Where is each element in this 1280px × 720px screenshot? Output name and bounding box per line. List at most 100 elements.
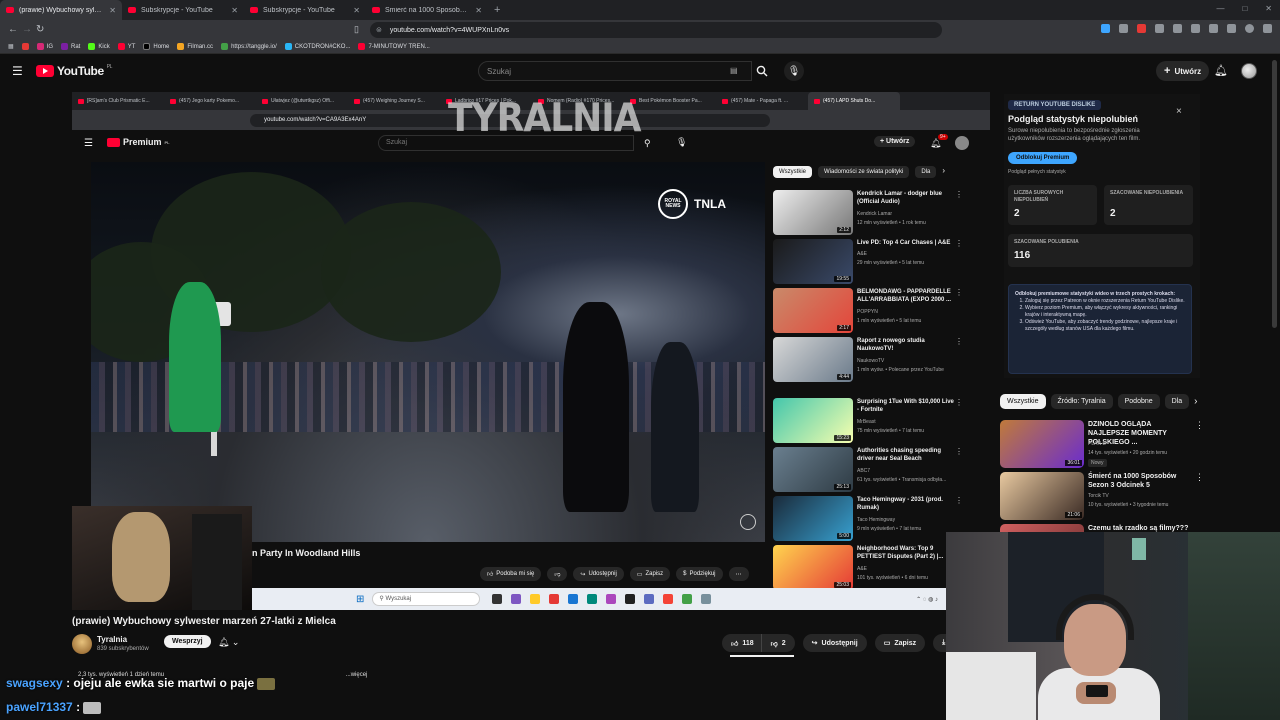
close-icon[interactable]: × [1176,106,1182,117]
inner-save-button: ▭ Zapisz [629,567,671,581]
bookmark-favicon-icon [177,43,185,50]
bookmark-item[interactable]: Home [143,43,169,50]
bookmark-item[interactable]: 7-MINUTOWY TREN... [358,43,430,50]
account-avatar[interactable] [1241,63,1257,79]
minimize-icon[interactable]: — [1216,4,1224,13]
ryd-badge: RETURN YOUTUBE DISLIKE [1008,100,1102,110]
video-thumbnail[interactable] [1000,524,1084,532]
notifications-bell-icon[interactable]: 🔔︎ [1214,64,1228,77]
system-tray-icon: ⌃ ◌ ◍ ♪ [916,596,938,603]
dislike-button[interactable]: 👎︎ 2 [760,634,795,652]
bookmark-item[interactable] [21,43,29,50]
close-window-icon[interactable]: ✕ [1265,4,1272,13]
more-options-icon[interactable]: ⋮ [1195,472,1204,483]
search-input[interactable]: Szukaj [478,61,752,81]
download-icon: ⤓ [942,639,946,646]
apps-grid-icon[interactable]: ▦ [8,43,14,50]
support-button[interactable]: Wesprzyj [164,635,211,648]
menu-icon[interactable] [1263,24,1272,33]
recommended-video[interactable]: Czemu tak rzadko są filmy??? [1000,524,1204,532]
channel-name[interactable]: Tyralnia [97,635,127,644]
save-button[interactable]: ▭ Zapisz [874,634,926,652]
chip-for-you[interactable]: Dla [1164,394,1190,409]
bookmark-item[interactable]: Filman.cc [177,43,213,50]
recommended-video[interactable]: 21:06 Śmierć na 1000 Sposobów Sezon 3 Od… [1000,472,1204,524]
close-tab-icon[interactable]: ✕ [475,6,482,15]
bookmark-item[interactable]: CKOTDRON#CKO... [284,43,350,50]
share-icon: ↪ [580,571,586,578]
address-bar[interactable]: ⊜ youtube.com/watch?v=4WUPXnLn0vs [370,22,942,38]
video-title: (prawie) Wybuchowy sylwester marzeń 27-l… [72,616,336,627]
thumbs-down-icon: 👎︎ [554,572,561,578]
recommended-title[interactable]: Czemu tak rzadko są filmy??? [1088,524,1192,532]
keyboard-icon[interactable]: ▤ [730,66,738,75]
bookmark-item[interactable]: IG [36,43,53,50]
subscription-bell-icon[interactable]: 🔔︎ ⌄ [218,637,239,648]
voice-search-button[interactable]: 🎙︎ [784,61,804,81]
browser-tab[interactable]: Śmierć na 1000 Sposobów Sezon 3 O...✕ [366,0,488,20]
youtube-logo[interactable]: YouTube PL [36,64,113,78]
more-options-icon[interactable]: ⋮ [1195,420,1204,431]
news-badge: ROYAL NEWS TNLA [658,189,726,219]
browser-tab[interactable]: Subskrypcje - YouTube ✕ [122,0,244,20]
more-icon: ⋮ [955,288,963,297]
inner-tab: (457) Mate - Papaga ft. ... [716,98,808,104]
extension-icon[interactable] [1137,24,1146,33]
chip-all[interactable]: Wszystkie [1000,394,1046,409]
inner-chip: Wszystkie [773,166,812,178]
reload-icon[interactable]: ↻ [36,24,44,35]
browser-tab[interactable]: (prawie) Wybuchowy sylwester...✕ [0,0,122,20]
new-tab-icon[interactable]: + [488,4,506,16]
create-button[interactable]: + Utwórz [1156,61,1210,81]
close-tab-icon[interactable]: ✕ [231,6,238,15]
share-button[interactable]: ↪ Udostępnij [802,634,867,652]
inner-rec-item: 2:17 BELMONDAWG - PAPPARDELLE ALL'ARRABB… [773,288,963,334]
video-person [651,342,699,512]
browser-tab[interactable]: Subskrypcje - YouTube ✕ [244,0,366,20]
youtube-favicon-icon [250,7,258,13]
bookmark-item[interactable]: https://tanggle.io/ [221,43,277,50]
extension-icon[interactable] [1227,24,1236,33]
channel-avatar[interactable] [72,634,92,654]
search-icon [756,65,768,77]
inner-video-actions: 👍︎ Podoba mi się 👎︎ ↪ Udostępnij ▭ Zapisz $… [480,567,749,581]
back-icon[interactable]: ← [8,24,18,35]
microphone-icon: 🎙︎ [787,65,801,77]
bookmark-icon[interactable]: ▯ [354,24,359,35]
profile-icon[interactable] [1245,24,1254,33]
search-button[interactable] [752,61,772,81]
video-thumbnail[interactable]: 36:01 [1000,420,1084,468]
chip-source[interactable]: Źródło: Tyralnia [1050,394,1113,409]
bookmark-item[interactable]: Rat [61,43,80,50]
forward-icon[interactable]: → [22,24,32,35]
site-info-icon[interactable]: ⊜ [376,26,382,34]
share-icon: ↪ [811,640,818,647]
full-stats-link[interactable]: Podgląd pełnych statystyk [1008,169,1066,175]
extension-icon[interactable] [1191,24,1200,33]
video-frame[interactable] [91,162,765,542]
video-thumbnail[interactable]: 21:06 [1000,472,1084,520]
like-button[interactable]: 👍︎ 118 [722,634,761,652]
extension-icon[interactable] [1173,24,1182,33]
more-icon: ⋯ [735,571,742,578]
unlock-premium-button[interactable]: Odblokuj Premium [1008,152,1078,164]
page-scrollbar[interactable] [1272,60,1277,328]
hamburger-menu-icon[interactable]: ☰ [12,64,23,78]
maximize-icon[interactable]: □ [1242,4,1247,13]
chip-similar[interactable]: Podobne [1117,394,1160,409]
youtube-icon [117,43,125,50]
instagram-icon [36,43,44,50]
extension-icon[interactable] [1119,24,1128,33]
bookmark-item[interactable]: Kick [88,43,110,50]
close-tab-icon[interactable]: ✕ [353,6,360,15]
recommended-video[interactable]: 36:01 DZINOLD OGLĄDA NAJLEPSZE MOMENTY P… [1000,420,1204,472]
recommended-title[interactable]: Śmierć na 1000 Sposobów Sezon 3 Odcinek … [1088,472,1192,490]
extension-icon[interactable] [1209,24,1218,33]
extension-icon[interactable] [1101,24,1110,33]
bookmark-item[interactable]: YT [117,43,135,50]
cat-emote-icon [83,701,102,714]
chevron-right-icon[interactable]: › [1194,396,1197,407]
extension-icon[interactable] [1155,24,1164,33]
close-tab-icon[interactable]: ✕ [109,6,116,15]
inner-favicon-icon [814,98,820,104]
